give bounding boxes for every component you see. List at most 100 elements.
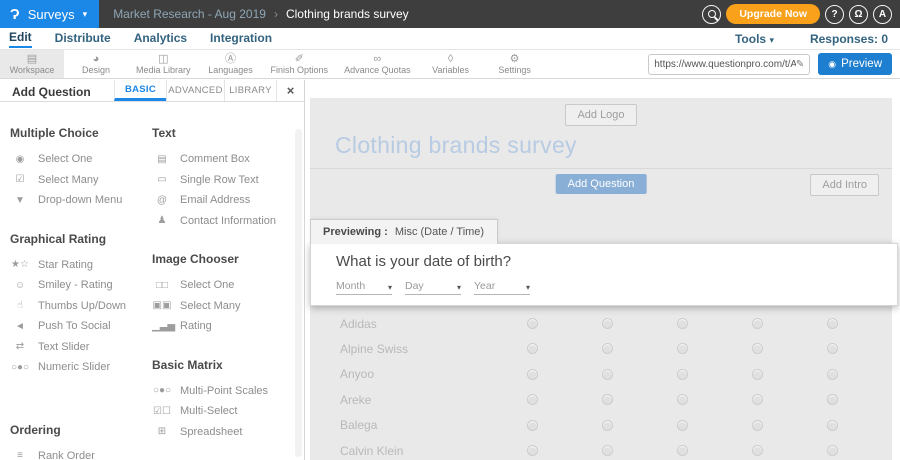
brand-matrix-question: Adidas Alpine Swiss Anyoo Areke Balega xyxy=(310,311,892,460)
month-select[interactable]: Month ▾ xyxy=(336,280,392,295)
qtype-select-one[interactable]: ◉ Select One xyxy=(10,149,140,170)
single-row-text-icon: ▭ xyxy=(152,174,172,185)
matrix-radio[interactable] xyxy=(677,318,688,329)
matrix-radio[interactable] xyxy=(752,445,763,456)
qtype-dropdown-menu[interactable]: ▼ Drop-down Menu xyxy=(10,190,140,211)
matrix-radio[interactable] xyxy=(752,343,763,354)
matrix-radio[interactable] xyxy=(827,318,838,329)
section-heading: Graphical Rating xyxy=(10,232,140,246)
account-avatar[interactable]: A xyxy=(873,5,892,24)
tab-advanced[interactable]: ADVANCED xyxy=(166,80,224,101)
year-select[interactable]: Year ▾ xyxy=(474,280,530,295)
matrix-radio[interactable] xyxy=(602,394,613,405)
section-basic-matrix: Basic Matrix ○●○ Multi-Point Scales ☑☐ M… xyxy=(152,358,304,443)
matrix-radio[interactable] xyxy=(677,343,688,354)
section-text: Text ▤ Comment Box ▭ Single Row Text @ E… xyxy=(152,126,304,231)
languages-icon: Ⓐ xyxy=(225,53,236,65)
tab-basic[interactable]: BASIC xyxy=(114,80,166,101)
tool-workspace[interactable]: ▤ Workspace xyxy=(0,50,64,78)
qtype-image-rating[interactable]: ▁▃▅ Rating xyxy=(152,316,304,337)
qtype-rank-order[interactable]: ≡ Rank Order xyxy=(10,446,140,460)
tool-languages[interactable]: Ⓐ Languages xyxy=(199,50,263,78)
search-button[interactable] xyxy=(702,5,721,24)
breadcrumb-separator-icon: › xyxy=(274,7,278,21)
nav-tab-analytics[interactable]: Analytics xyxy=(134,30,187,47)
qtype-text-slider[interactable]: ⇄ Text Slider xyxy=(10,337,140,358)
matrix-radio[interactable] xyxy=(752,394,763,405)
matrix-radio[interactable] xyxy=(677,445,688,456)
matrix-radio[interactable] xyxy=(677,394,688,405)
matrix-radio[interactable] xyxy=(527,343,538,354)
nav-tab-edit[interactable]: Edit xyxy=(9,29,32,48)
qtype-star-rating[interactable]: ★☆ Star Rating xyxy=(10,255,140,276)
matrix-radio[interactable] xyxy=(827,445,838,456)
image-select-one-icon: □□ xyxy=(152,280,172,291)
add-question-panel: Add Question BASIC ADVANCED LIBRARY × Mu… xyxy=(0,80,305,460)
survey-url-input[interactable] xyxy=(654,59,796,70)
upgrade-now-button[interactable]: Upgrade Now xyxy=(726,4,820,24)
nav-tab-distribute[interactable]: Distribute xyxy=(55,30,111,47)
matrix-radio[interactable] xyxy=(827,369,838,380)
tools-menu[interactable]: Tools ▾ xyxy=(735,32,774,46)
matrix-radio[interactable] xyxy=(602,318,613,329)
preview-button[interactable]: ◉ Preview xyxy=(818,53,892,75)
qtype-multi-point-scales[interactable]: ○●○ Multi-Point Scales xyxy=(152,381,304,402)
matrix-radio[interactable] xyxy=(602,420,613,431)
matrix-radio[interactable] xyxy=(527,420,538,431)
tool-variables[interactable]: ◊ Variables xyxy=(419,50,483,78)
qtype-contact-information[interactable]: ♟ Contact Information xyxy=(152,211,304,232)
tool-advance-quotas[interactable]: ∞ Advance Quotas xyxy=(336,50,419,78)
matrix-radio[interactable] xyxy=(752,420,763,431)
matrix-radio[interactable] xyxy=(752,369,763,380)
add-intro-button[interactable]: Add Intro xyxy=(810,174,879,196)
matrix-radio[interactable] xyxy=(602,369,613,380)
product-switcher[interactable]: Ɂ Surveys ▾ xyxy=(0,0,99,28)
qtype-comment-box[interactable]: ▤ Comment Box xyxy=(152,149,304,170)
tab-library[interactable]: LIBRARY xyxy=(224,80,276,101)
panel-scrollbar[interactable] xyxy=(295,129,302,457)
tool-design[interactable]: ◕ Design xyxy=(64,50,128,78)
add-logo-button[interactable]: Add Logo xyxy=(565,104,636,126)
matrix-radio[interactable] xyxy=(602,343,613,354)
matrix-radio[interactable] xyxy=(602,445,613,456)
nav-tab-integration[interactable]: Integration xyxy=(210,30,272,47)
breadcrumb-folder[interactable]: Market Research - Aug 2019 xyxy=(113,7,266,21)
matrix-radio[interactable] xyxy=(527,369,538,380)
chevron-down-icon: ▾ xyxy=(526,283,530,292)
tool-finish-options[interactable]: ✐ Finish Options xyxy=(263,50,337,78)
qtype-numeric-slider[interactable]: ○●○ Numeric Slider xyxy=(10,357,140,378)
qtype-email-address[interactable]: @ Email Address xyxy=(152,190,304,211)
qtype-image-select-many[interactable]: ▣▣ Select Many xyxy=(152,296,304,317)
close-panel-button[interactable]: × xyxy=(276,80,304,101)
qtype-thumbs-up-down[interactable]: ☝ Thumbs Up/Down xyxy=(10,296,140,317)
help-button[interactable]: ? xyxy=(825,5,844,24)
qtype-multi-select[interactable]: ☑☐ Multi-Select xyxy=(152,401,304,422)
breadcrumb-survey-name[interactable]: Clothing brands survey xyxy=(286,7,409,21)
matrix-radio[interactable] xyxy=(527,394,538,405)
matrix-radio[interactable] xyxy=(677,420,688,431)
notifications-button[interactable]: Ω xyxy=(849,5,868,24)
matrix-radio[interactable] xyxy=(527,445,538,456)
qtype-smiley-rating[interactable]: ☺ Smiley - Rating xyxy=(10,275,140,296)
edit-url-icon[interactable]: ✎ xyxy=(796,59,804,70)
tool-media-library[interactable]: ◫ Media Library xyxy=(128,50,199,78)
checkbox-icon: ☑ xyxy=(10,174,30,185)
multi-select-icon: ☑☐ xyxy=(152,406,172,417)
day-select[interactable]: Day ▾ xyxy=(405,280,461,295)
qtype-push-to-social[interactable]: ◄ Push To Social xyxy=(10,316,140,337)
matrix-radio[interactable] xyxy=(677,369,688,380)
tool-settings[interactable]: ⚙ Settings xyxy=(483,50,547,78)
divider xyxy=(310,168,892,169)
qtype-spreadsheet[interactable]: ⊞ Spreadsheet xyxy=(152,422,304,443)
qtype-single-row-text[interactable]: ▭ Single Row Text xyxy=(152,170,304,191)
matrix-radio[interactable] xyxy=(527,318,538,329)
matrix-radio[interactable] xyxy=(827,343,838,354)
matrix-radio[interactable] xyxy=(827,394,838,405)
responses-count[interactable]: Responses: 0 xyxy=(810,32,888,46)
qtype-select-many[interactable]: ☑ Select Many xyxy=(10,170,140,191)
qtype-image-select-one[interactable]: □□ Select One xyxy=(152,275,304,296)
matrix-radio[interactable] xyxy=(827,420,838,431)
add-question-button[interactable]: Add Question xyxy=(556,174,647,194)
matrix-radio[interactable] xyxy=(752,318,763,329)
survey-title[interactable]: Clothing brands survey xyxy=(335,132,892,159)
